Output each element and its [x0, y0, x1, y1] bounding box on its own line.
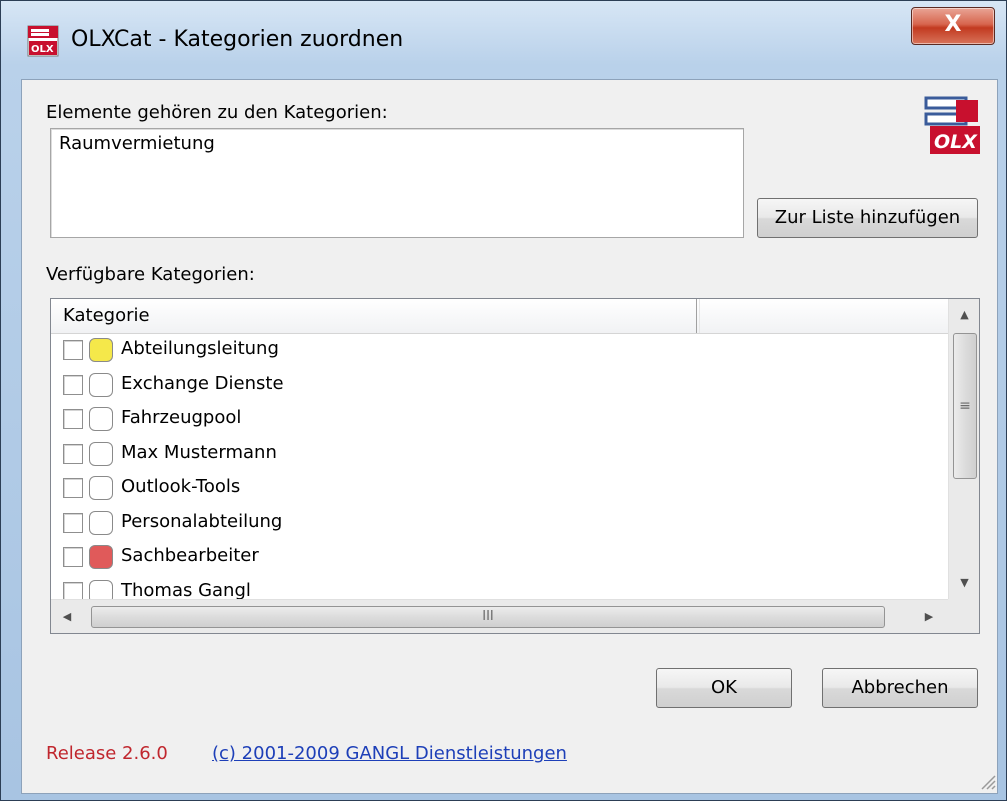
list-item[interactable]: Sachbearbeiter — [51, 541, 948, 576]
olx-app-icon: OLX — [27, 25, 59, 57]
list-rows: Abteilungsleitung Exchange Dienste Fahrzeu… — [51, 334, 948, 610]
scroll-left-arrow-icon[interactable]: ◀ — [51, 600, 83, 633]
column-header-kategorie[interactable]: Kategorie — [51, 299, 697, 333]
category-color-icon — [89, 338, 113, 362]
category-name: Personalabteilung — [121, 510, 283, 532]
horizontal-scrollbar[interactable]: ◀ III ▶ — [51, 599, 948, 633]
olx-logo-icon: OLX — [924, 96, 980, 154]
assigned-categories-label: Elemente gehören zu den Kategorien: — [46, 102, 388, 123]
horizontal-scroll-thumb[interactable]: III — [91, 606, 885, 628]
scroll-down-arrow-icon[interactable]: ▼ — [949, 567, 979, 599]
list-item[interactable]: Abteilungsleitung — [51, 334, 948, 369]
available-categories-label: Verfügbare Kategorien: — [46, 264, 255, 285]
category-name: Thomas Gangl — [121, 579, 251, 601]
column-header-empty[interactable] — [699, 299, 949, 333]
category-checkbox[interactable] — [63, 547, 83, 567]
category-checkbox[interactable] — [63, 409, 83, 429]
scrollbar-corner — [948, 599, 979, 633]
available-categories-list[interactable]: Kategorie Abteilungsleitung Exchange Dien… — [50, 298, 980, 634]
category-color-icon — [89, 545, 113, 569]
list-item[interactable]: Exchange Dienste — [51, 369, 948, 404]
category-color-icon — [89, 407, 113, 431]
close-button[interactable]: X — [911, 7, 995, 45]
category-name: Sachbearbeiter — [121, 545, 259, 566]
category-color-icon — [89, 372, 113, 397]
category-checkbox[interactable] — [63, 340, 83, 360]
category-name: Max Mustermann — [121, 441, 277, 463]
list-header: Kategorie — [51, 299, 948, 334]
category-name: Abteilungsleitung — [121, 338, 279, 359]
window-title: OLXCat - Kategorien zuordnen — [71, 27, 404, 52]
assigned-categories-textarea[interactable]: Raumvermietung — [50, 128, 744, 238]
cancel-button[interactable]: Abbrechen — [822, 668, 978, 708]
category-checkbox[interactable] — [63, 478, 83, 498]
svg-text:OLX: OLX — [31, 44, 54, 55]
logo-text: OLX — [934, 131, 978, 153]
category-color-icon — [89, 510, 113, 535]
category-color-icon — [89, 476, 113, 500]
resize-grip-icon[interactable] — [976, 770, 996, 790]
release-version: Release 2.6.0 — [46, 743, 168, 764]
dialog-client-area: Elemente gehören zu den Kategorien: OLX … — [21, 79, 998, 794]
category-name: Exchange Dienste — [121, 372, 284, 394]
copyright-link[interactable]: (c) 2001-2009 GANGL Dienstleistungen — [212, 743, 567, 764]
close-icon: X — [944, 12, 962, 37]
scroll-right-arrow-icon[interactable]: ▶ — [913, 600, 945, 633]
title-bar[interactable]: OLX OLXCat - Kategorien zuordnen X — [1, 1, 1006, 79]
scroll-up-arrow-icon[interactable]: ▲ — [949, 299, 979, 331]
add-to-list-button[interactable]: Zur Liste hinzufügen — [757, 198, 978, 238]
category-checkbox[interactable] — [63, 443, 83, 464]
vertical-scroll-thumb[interactable]: ≡ — [953, 333, 977, 479]
list-item[interactable]: Max Mustermann — [51, 438, 948, 473]
category-name: Fahrzeugpool — [121, 407, 242, 428]
ok-button[interactable]: OK — [656, 668, 792, 708]
category-checkbox[interactable] — [63, 374, 83, 395]
category-name: Outlook-Tools — [121, 476, 241, 497]
category-checkbox[interactable] — [63, 512, 83, 533]
vertical-scrollbar[interactable]: ▲ ≡ ▼ — [948, 299, 979, 599]
list-item[interactable]: Fahrzeugpool — [51, 403, 948, 438]
category-color-icon — [89, 441, 113, 466]
list-item[interactable]: Personalabteilung — [51, 507, 948, 542]
list-item[interactable]: Outlook-Tools — [51, 472, 948, 507]
dialog-window: OLX OLXCat - Kategorien zuordnen X Eleme… — [0, 0, 1007, 801]
